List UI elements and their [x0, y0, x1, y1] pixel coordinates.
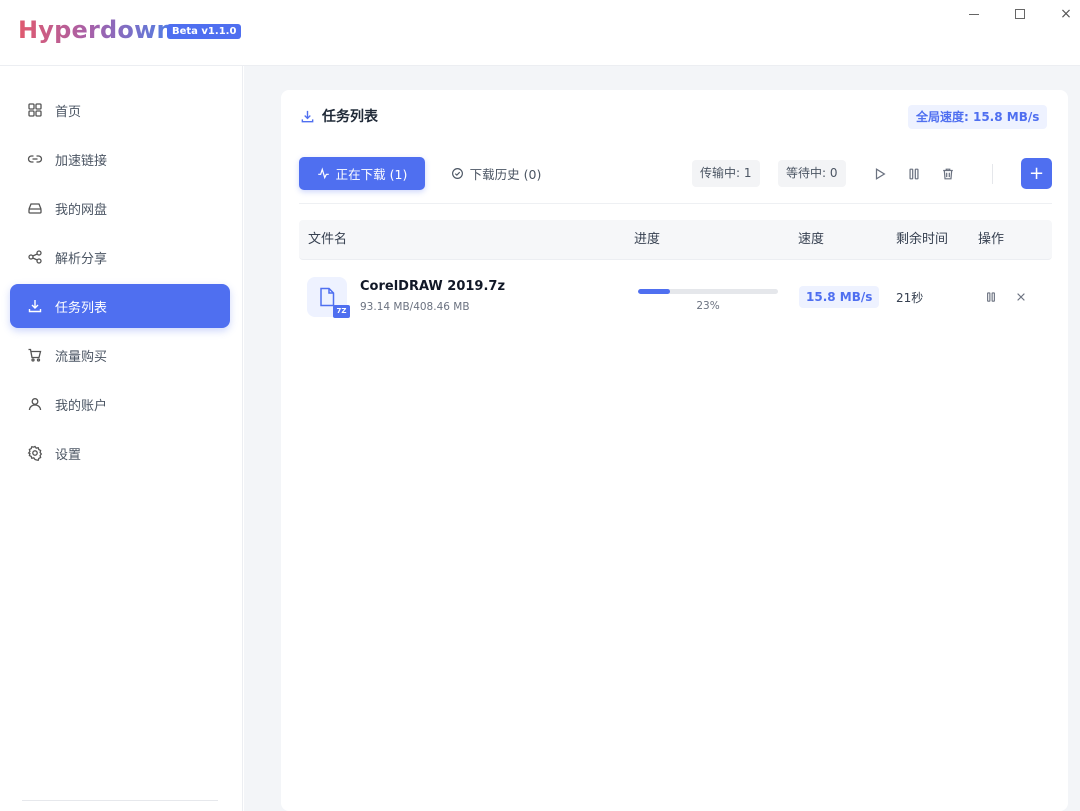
tab-downloading[interactable]: 正在下载 (1) [299, 157, 425, 190]
progress-bar [638, 289, 778, 294]
sidebar-item-label: 我的账户 [55, 398, 108, 414]
toolbar-divider [992, 164, 993, 184]
file-size: 93.14 MB/408.46 MB [360, 301, 470, 313]
progress-bar-fill [638, 289, 671, 294]
remaining-time: 21秒 [896, 291, 924, 305]
activity-icon [317, 167, 329, 180]
link-icon [26, 150, 44, 168]
sidebar: 首页 加速链接 我的网盘 解析分享 任务列表 流量购买 我的账户 设置 [0, 66, 243, 811]
sidebar-item-my-drive[interactable]: 我的网盘 [10, 186, 230, 230]
sidebar-item-label: 首页 [55, 104, 82, 120]
table-header: 文件名 进度 速度 剩余时间 操作 [299, 220, 1052, 260]
column-header-filename: 文件名 [308, 232, 348, 247]
version-badge: Beta v1.1.0 [167, 24, 242, 39]
maximize-icon [1015, 9, 1025, 19]
trash-icon [943, 168, 953, 180]
sidebar-item-accelerated-link[interactable]: 加速链接 [10, 137, 230, 181]
column-header-speed: 速度 [798, 232, 825, 247]
file-extension-badge: 7Z [333, 305, 350, 318]
grid-icon [26, 101, 44, 119]
pause-all-button[interactable] [902, 162, 926, 186]
document-icon [320, 287, 335, 307]
sidebar-item-label: 设置 [55, 447, 82, 463]
sidebar-item-label: 流量购买 [55, 349, 108, 365]
close-icon [1017, 293, 1025, 301]
close-icon: × [1060, 6, 1072, 22]
sidebar-divider [22, 800, 218, 801]
user-icon [26, 395, 44, 413]
sidebar-item-label: 我的网盘 [55, 202, 108, 218]
drive-icon [26, 199, 44, 217]
cancel-task-button[interactable] [1011, 287, 1031, 307]
add-task-button[interactable]: + [1021, 158, 1052, 189]
file-name: CorelDRAW 2019.7z [360, 279, 506, 294]
progress-percent: 23% [696, 300, 720, 312]
minimize-icon [969, 13, 979, 15]
share-icon [26, 248, 44, 266]
sidebar-item-label: 解析分享 [55, 251, 108, 267]
download-icon [301, 110, 314, 122]
pause-task-button[interactable] [981, 287, 1001, 307]
column-header-progress: 进度 [634, 232, 661, 247]
transferring-count: 传输中: 1 [692, 160, 760, 187]
close-button[interactable]: × [1046, 2, 1080, 26]
column-header-actions: 操作 [978, 232, 1005, 247]
sidebar-item-parse-share[interactable]: 解析分享 [10, 235, 230, 279]
sidebar-item-task-list[interactable]: 任务列表 [10, 284, 230, 328]
delete-all-button[interactable] [936, 162, 960, 186]
sidebar-item-my-account[interactable]: 我的账户 [10, 382, 230, 426]
global-speed-badge: 全局速度: 15.8 MB/s [908, 105, 1048, 129]
sidebar-item-home[interactable]: 首页 [10, 88, 230, 132]
page-title-text: 任务列表 [322, 109, 378, 125]
table-row[interactable] [299, 262, 1052, 332]
cart-icon [26, 346, 44, 364]
title-bar: Hyperdown Beta v1.1.0 × [0, 0, 1080, 66]
tab-label: 下载历史 (0) [469, 167, 542, 182]
check-circle-icon [451, 168, 463, 179]
sidebar-item-settings[interactable]: 设置 [10, 431, 230, 475]
gear-icon [26, 444, 44, 462]
sidebar-item-traffic-purchase[interactable]: 流量购买 [10, 333, 230, 377]
app-window: Hyperdown Beta v1.1.0 × 首页 加速链接 我的网盘 解析分… [0, 0, 1080, 811]
column-header-remaining: 剩余时间 [896, 232, 949, 247]
start-all-button[interactable] [868, 162, 892, 186]
waiting-count: 等待中: 0 [778, 160, 846, 187]
tab-label: 正在下载 (1) [335, 167, 408, 182]
tab-history[interactable]: 下载历史 (0) [440, 157, 552, 190]
app-logo: Hyperdown [18, 16, 174, 44]
sidebar-item-label: 加速链接 [55, 153, 108, 169]
maximize-button[interactable] [1000, 2, 1040, 26]
page-title: 任务列表 [300, 106, 378, 126]
sidebar-item-label: 任务列表 [55, 300, 108, 316]
pause-icon [987, 292, 995, 302]
download-speed: 15.8 MB/s [799, 286, 880, 308]
task-card [281, 90, 1068, 811]
pause-icon [909, 168, 919, 180]
toolbar-separator [299, 203, 1052, 204]
download-icon [26, 297, 44, 315]
minimize-button[interactable] [954, 2, 994, 26]
play-icon [875, 168, 886, 180]
